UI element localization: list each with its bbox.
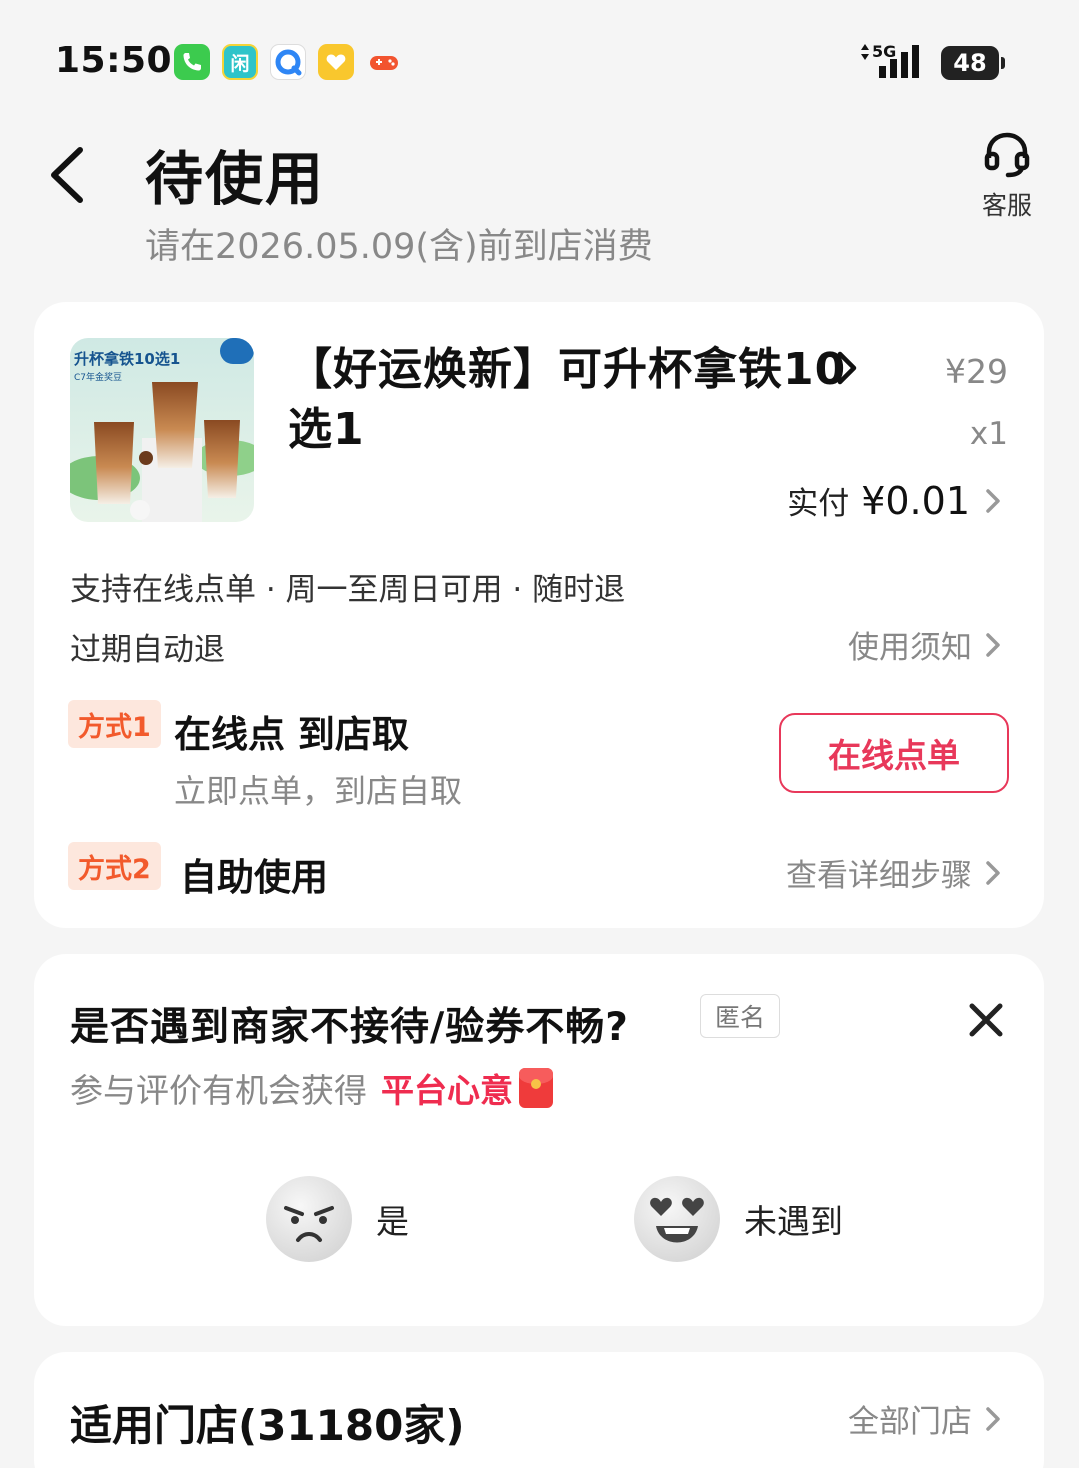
method2-tag: 方式2 bbox=[68, 842, 161, 890]
battery-level: 48 bbox=[953, 49, 987, 77]
page-subtitle: 请在2026.05.09(含)前到店消费 bbox=[145, 227, 653, 267]
thumb-subtitle: C7年金奖豆 bbox=[74, 371, 122, 383]
method2-title: 自助使用 bbox=[180, 856, 328, 899]
expiry-note: 过期自动退 bbox=[70, 632, 225, 668]
anonymous-badge: 匿名 bbox=[700, 994, 780, 1038]
close-icon bbox=[969, 1003, 1003, 1037]
screen: 15:50 闲 5G 48 待使用 请在2026.05.09(含)前到店消费 客… bbox=[0, 0, 1079, 1468]
reward-highlight: 平台心意 bbox=[381, 1071, 513, 1110]
choice-no-label: 未遇到 bbox=[744, 1202, 843, 1241]
survey-question: 是否遇到商家不接待/验券不畅? bbox=[70, 1005, 629, 1050]
choice-yes-label: 是 bbox=[376, 1202, 409, 1241]
survey-card: 是否遇到商家不接待/验券不畅? 匿名 参与评价有机会获得 平台心意 是 未遇到 bbox=[34, 954, 1044, 1326]
browser-icon bbox=[270, 44, 306, 80]
heart-app-icon bbox=[318, 44, 354, 80]
back-button[interactable] bbox=[40, 140, 100, 210]
chevron-right-icon bbox=[986, 1406, 1000, 1431]
method1-tag: 方式1 bbox=[68, 700, 161, 748]
view-steps-link[interactable]: 查看详细步骤 bbox=[786, 850, 1004, 895]
stores-card: 适用门店(31180家) 全部门店 bbox=[34, 1352, 1044, 1468]
product-quantity: x1 bbox=[969, 416, 1008, 452]
signal-icon: 5G bbox=[857, 40, 929, 82]
stores-title: 适用门店(31180家) bbox=[70, 1401, 465, 1450]
status-time: 15:50 bbox=[55, 40, 173, 81]
paid-value: ¥0.01 bbox=[861, 478, 970, 523]
all-stores-label: 全部门店 bbox=[848, 1404, 972, 1440]
status-bar: 15:50 闲 5G 48 bbox=[0, 0, 1079, 120]
red-packet-icon bbox=[519, 1068, 553, 1108]
page-title: 待使用 bbox=[145, 145, 326, 213]
order-card: 升杯拿铁10选1 C7年金奖豆 【好运焕新】可升杯拿铁10选1 ¥29 x1 实… bbox=[34, 302, 1044, 928]
chevron-right-icon bbox=[986, 860, 1000, 885]
chevron-right-icon bbox=[986, 488, 1000, 513]
usage-notice-label: 使用须知 bbox=[848, 630, 972, 666]
product-thumbnail[interactable]: 升杯拿铁10选1 C7年金奖豆 bbox=[70, 338, 254, 522]
method1-desc: 立即点单，到店自取 bbox=[174, 772, 463, 810]
usage-notice-link[interactable]: 使用须知 bbox=[848, 622, 1004, 667]
paid-label: 实付 bbox=[787, 486, 850, 522]
service-label: 客服 bbox=[981, 191, 1032, 220]
product-features: 支持在线点单 · 周一至周日可用 · 随时退 bbox=[70, 572, 626, 608]
game-icon bbox=[366, 44, 402, 80]
reward-prefix: 参与评价有机会获得 bbox=[70, 1071, 367, 1110]
paid-amount-row[interactable]: 实付 ¥0.01 bbox=[787, 478, 1004, 523]
back-arrow-icon bbox=[51, 147, 83, 203]
view-steps-label: 查看详细步骤 bbox=[786, 858, 972, 894]
all-stores-link[interactable]: 全部门店 bbox=[848, 1396, 1004, 1441]
phone-icon bbox=[174, 44, 210, 80]
xianyu-icon: 闲 bbox=[222, 44, 258, 80]
angry-face-icon bbox=[266, 1176, 352, 1262]
battery-icon: 48 bbox=[941, 46, 1005, 80]
customer-service-button[interactable]: 客服 bbox=[975, 132, 1039, 222]
headset-icon bbox=[984, 132, 1030, 178]
choice-no[interactable]: 未遇到 bbox=[632, 1174, 843, 1264]
thumb-title: 升杯拿铁10选1 bbox=[74, 350, 180, 368]
chevron-right-icon bbox=[986, 632, 1000, 657]
product-name[interactable]: 【好运焕新】可升杯拿铁10选1 bbox=[288, 340, 848, 460]
product-chevron-icon[interactable] bbox=[832, 348, 862, 388]
heart-eyes-face-icon bbox=[634, 1176, 720, 1262]
choice-yes[interactable]: 是 bbox=[264, 1174, 409, 1264]
close-survey-button[interactable] bbox=[964, 998, 1008, 1042]
product-price: ¥29 bbox=[945, 352, 1008, 391]
method1-title: 在线点 到店取 bbox=[174, 713, 409, 756]
reward-line: 参与评价有机会获得 平台心意 bbox=[70, 1064, 553, 1112]
network-label: 5G bbox=[872, 42, 896, 61]
online-order-button[interactable]: 在线点单 bbox=[779, 713, 1009, 793]
